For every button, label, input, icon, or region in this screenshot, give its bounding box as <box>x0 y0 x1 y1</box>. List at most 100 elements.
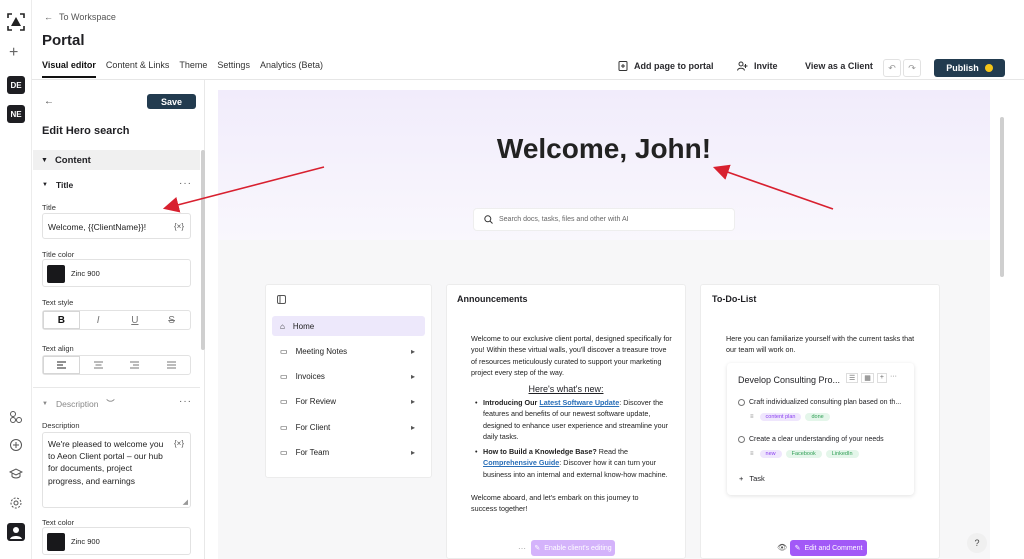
pencil-icon: ✎ <box>794 545 801 552</box>
text-color-picker[interactable]: Zinc 900 <box>42 527 191 555</box>
add-page-button[interactable]: Add page to portal <box>618 61 714 71</box>
nav-item-for-team[interactable]: ▭ For Team ▸ <box>272 442 425 462</box>
add-task-button[interactable]: + Task <box>739 474 765 483</box>
back-label: To Workspace <box>59 12 116 22</box>
bullet: • <box>475 398 478 407</box>
arrow-left-icon: ← <box>44 12 53 22</box>
app-logo-icon[interactable] <box>6 12 26 32</box>
chevron-right-icon: ▸ <box>410 422 415 432</box>
description-subsection-header[interactable]: ▼ Description ︶ <box>42 398 114 409</box>
hidden-eye-icon[interactable]: ︶ <box>106 398 114 409</box>
title-subsection-header[interactable]: ▼ Title <box>42 180 73 190</box>
divider <box>33 387 200 388</box>
publish-button[interactable]: Publish <box>934 59 1005 77</box>
more-options-icon[interactable]: ··· <box>890 373 897 383</box>
more-options-icon[interactable]: ··· <box>179 178 192 189</box>
resize-handle-icon[interactable]: ◢ <box>183 498 188 506</box>
workspace-ne[interactable]: NE <box>7 105 25 123</box>
bullet-lead: Introducing Our <box>483 398 538 407</box>
align-left-icon[interactable] <box>43 356 80 374</box>
more-options-icon[interactable]: ··· <box>179 396 192 407</box>
preview-scrollbar[interactable] <box>1000 117 1004 277</box>
tab-theme[interactable]: Theme <box>179 60 207 78</box>
task-tags: ≡ new Facebook LinkedIn <box>750 450 863 458</box>
ai-search-bar[interactable]: Search docs, tasks, files and other with… <box>474 209 734 230</box>
view-as-client-button[interactable]: View as a Client <box>805 61 873 71</box>
eye-icon[interactable]: 👁 <box>777 543 787 552</box>
align-justify-icon[interactable] <box>153 356 190 374</box>
tab-content-links[interactable]: Content & Links <box>106 60 170 78</box>
comprehensive-guide-link[interactable]: Comprehensive Guide <box>483 458 559 467</box>
help-button[interactable]: ? <box>967 533 987 553</box>
task-tags: ≡ content plan done <box>750 413 834 421</box>
workspace-de[interactable]: DE <box>7 76 25 94</box>
task-checkbox[interactable] <box>738 436 745 443</box>
edit-and-comment-button[interactable]: ✎ Edit and Comment <box>790 540 867 556</box>
invite-button[interactable]: Invite <box>737 61 778 71</box>
nav-item-meeting-notes[interactable]: ▭ Meeting Notes ▸ <box>272 341 425 361</box>
sidebar-toggle-icon[interactable] <box>277 295 286 304</box>
settings-gear-icon[interactable] <box>9 496 23 510</box>
panel-scrollbar[interactable] <box>201 150 205 350</box>
task-row[interactable]: Create a clear understanding of your nee… <box>738 436 884 443</box>
chevron-right-icon: ▸ <box>410 447 415 457</box>
panel-back-icon[interactable]: ← <box>44 96 54 107</box>
align-right-icon[interactable] <box>117 356 154 374</box>
nav-item-for-review[interactable]: ▭ For Review ▸ <box>272 391 425 411</box>
academy-icon[interactable] <box>9 467 23 481</box>
enable-editing-button[interactable]: ✎ Enable client's editing <box>531 540 615 556</box>
redo-icon[interactable]: ↷ <box>903 59 921 77</box>
caret-down-icon: ▼ <box>42 400 48 407</box>
description-textarea[interactable]: We're pleased to welcome you to Aeon Cli… <box>42 432 191 508</box>
calendar-icon[interactable]: ▦ <box>861 373 874 383</box>
underline-button[interactable]: U <box>117 311 154 329</box>
folder-icon: ▭ <box>280 346 288 356</box>
list-view-icon[interactable]: ☰ <box>846 373 859 383</box>
back-to-workspace-link[interactable]: ← To Workspace <box>44 12 116 22</box>
italic-button[interactable]: I <box>80 311 117 329</box>
variable-icon[interactable]: {×} <box>174 439 184 448</box>
task-text: Create a clear understanding of your nee… <box>749 436 884 443</box>
nav-label: For Team <box>295 447 330 457</box>
announcement-bullet-1: • Introducing Our Latest Software Update… <box>475 397 675 443</box>
nav-item-for-client[interactable]: ▭ For Client ▸ <box>272 417 425 437</box>
text-style-group: B I U S <box>42 310 191 330</box>
nav-label: For Review <box>295 396 337 406</box>
add-icon[interactable]: + <box>876 373 887 383</box>
bold-button[interactable]: B <box>43 311 80 329</box>
save-button[interactable]: Save <box>147 94 196 109</box>
tab-visual-editor[interactable]: Visual editor <box>42 60 96 78</box>
todo-title: To-Do-List <box>712 294 757 304</box>
task-checkbox[interactable] <box>738 399 745 406</box>
strikethrough-button[interactable]: S <box>153 311 190 329</box>
description-icon: ≡ <box>750 451 754 457</box>
announcements-intro: Welcome to our exclusive client portal, … <box>471 334 672 378</box>
nav-item-home[interactable]: ⌂ Home <box>272 316 425 336</box>
tab-settings[interactable]: Settings <box>217 60 250 78</box>
variable-icon[interactable]: {×} <box>174 222 184 231</box>
user-avatar[interactable] <box>7 523 25 541</box>
nav-item-invoices[interactable]: ▭ Invoices ▸ <box>272 366 425 386</box>
integrations-icon[interactable] <box>9 410 23 424</box>
task-row[interactable]: Craft individualized consulting plan bas… <box>738 399 901 406</box>
nav-label: Meeting Notes <box>295 346 348 356</box>
content-section-header[interactable]: ▼ Content <box>33 150 200 170</box>
caret-down-icon: ▼ <box>41 156 48 164</box>
drag-handle-icon[interactable]: ⋯ <box>518 544 526 553</box>
hero-title[interactable]: Welcome, John! <box>218 133 990 165</box>
title-input[interactable]: Welcome, {{ClientName}}! {×} <box>42 213 191 239</box>
task-list-title: Develop Consulting Pro... <box>738 375 841 385</box>
task-list-toolbar: ☰ ▦ + ··· <box>846 373 897 383</box>
search-icon <box>484 215 493 224</box>
add-workspace-icon[interactable]: + <box>9 45 18 61</box>
color-swatch <box>47 265 65 283</box>
tag: Facebook <box>785 450 822 458</box>
text-align-label: Text align <box>42 344 74 353</box>
ai-icon[interactable] <box>9 438 23 452</box>
latest-update-link[interactable]: Latest Software Update <box>539 398 619 407</box>
tab-analytics[interactable]: Analytics (Beta) <box>260 60 323 78</box>
align-center-icon[interactable] <box>80 356 117 374</box>
undo-icon[interactable]: ↶ <box>883 59 901 77</box>
chevron-right-icon: ▸ <box>410 396 415 406</box>
title-color-picker[interactable]: Zinc 900 <box>42 259 191 287</box>
